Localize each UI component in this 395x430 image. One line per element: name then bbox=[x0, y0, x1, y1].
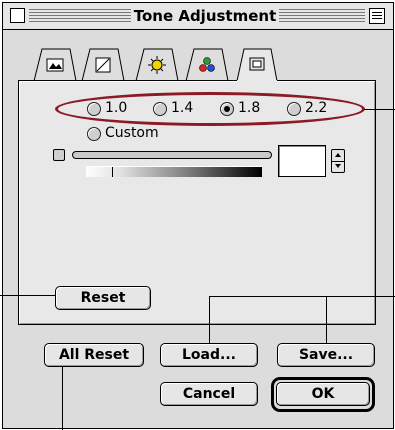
gamma-radio-custom[interactable]: Custom bbox=[87, 125, 177, 142]
callout-line-load-save bbox=[209, 296, 395, 297]
load-button[interactable]: Load... bbox=[160, 343, 258, 367]
title-bar[interactable]: Tone Adjustment bbox=[3, 3, 393, 30]
callout-line-load bbox=[209, 296, 210, 344]
cancel-button[interactable]: Cancel bbox=[160, 382, 258, 406]
gamma-value-field[interactable] bbox=[278, 145, 326, 177]
radio-icon bbox=[87, 127, 101, 141]
callout-line-reset bbox=[0, 295, 56, 296]
tab-image[interactable] bbox=[32, 46, 78, 82]
window-title: Tone Adjustment bbox=[131, 6, 279, 27]
gamma-slider[interactable] bbox=[72, 151, 272, 159]
landscape-icon bbox=[47, 59, 63, 71]
monitor-icon bbox=[250, 58, 264, 70]
rgb-dots-icon bbox=[199, 57, 215, 72]
curve-icon bbox=[96, 58, 110, 72]
callout-line-all-reset bbox=[62, 366, 63, 430]
save-button[interactable]: Save... bbox=[277, 343, 375, 367]
custom-gamma-checkbox[interactable] bbox=[53, 149, 65, 161]
sun-icon bbox=[148, 56, 166, 74]
radio-label: Custom bbox=[105, 125, 159, 141]
callout-line-save bbox=[326, 296, 327, 344]
tab-curve[interactable] bbox=[80, 46, 126, 82]
collapse-box-icon[interactable] bbox=[369, 8, 385, 24]
all-reset-button[interactable]: All Reset bbox=[44, 343, 144, 367]
stepper-divider bbox=[332, 161, 344, 162]
reset-button[interactable]: Reset bbox=[55, 286, 151, 310]
ok-button[interactable]: OK bbox=[276, 382, 370, 406]
callout-line bbox=[364, 109, 395, 110]
close-box-icon[interactable] bbox=[10, 8, 25, 23]
tab-gamma[interactable] bbox=[235, 46, 279, 82]
selected-tab-join bbox=[237, 80, 277, 82]
tab-color[interactable] bbox=[184, 46, 230, 82]
tab-brightness[interactable] bbox=[134, 46, 180, 82]
gradient-marker bbox=[112, 167, 113, 177]
gamma-options-highlight bbox=[55, 92, 365, 126]
